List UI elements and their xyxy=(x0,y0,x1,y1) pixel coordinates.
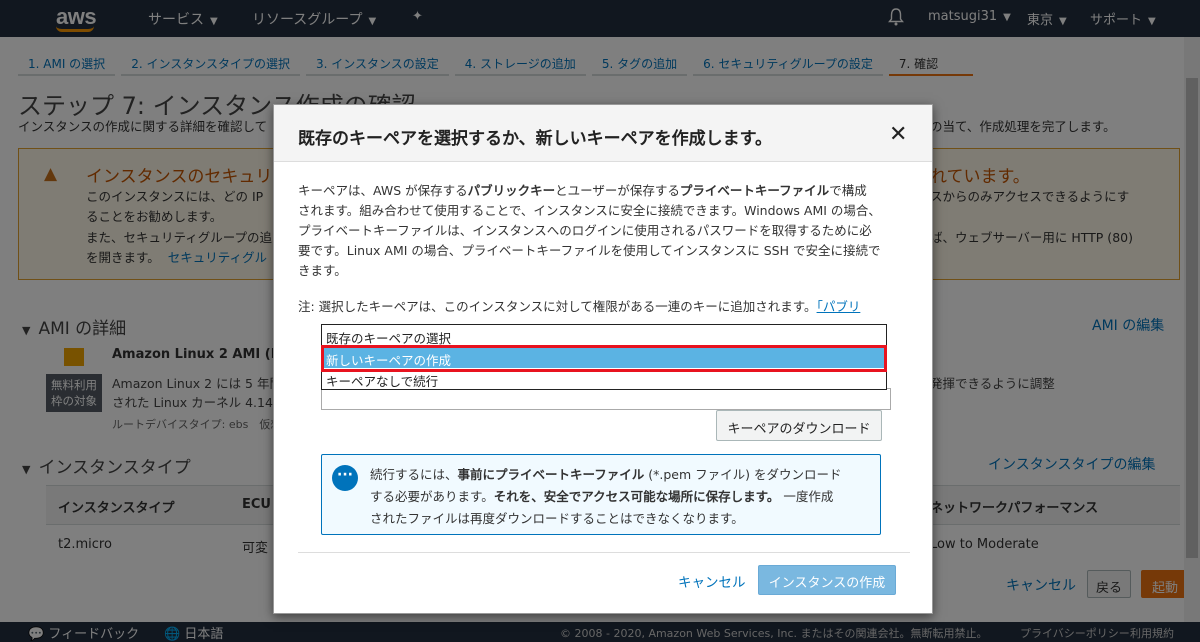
dialog-text-bold: プライベートキーファイル xyxy=(679,183,830,198)
dialog-paragraph-line: プライベートキーファイルは、インスタンスへのログインに使用されるパスワードを取得… xyxy=(298,223,872,238)
info-line: する必要があります。それを、安全でアクセス可能な場所に保存します。 一度作成 xyxy=(370,486,833,505)
info-text: 一度作成 xyxy=(779,489,834,504)
key-pair-dialog: 既存のキーペアを選択するか、新しいキーペアを作成します。 ✕ キーペアは、AWS… xyxy=(273,104,933,614)
dialog-paragraph-line: されます。組み合わせて使用することで、インスタンスに安全に接続できます。Wind… xyxy=(298,203,881,218)
dialog-paragraph-line: キーペアは、AWS が保存するパブリックキーとユーザーが保存するプライベートキー… xyxy=(298,180,867,199)
info-text-bold: それを、安全でアクセス可能な場所に保存します。 xyxy=(493,489,780,504)
info-text: 続行するには、 xyxy=(370,467,458,482)
dialog-text: で構成 xyxy=(829,183,867,198)
note-text: 注: 選択したキーペアは、このインスタンスに対して権限がある一連のキーに追加され… xyxy=(298,299,817,314)
speech-bubble-info-icon: ··· xyxy=(332,465,358,491)
dialog-divider xyxy=(298,552,910,553)
dropdown-option-existing[interactable]: 既存のキーペアの選択 xyxy=(324,326,884,346)
dialog-text-bold: パブリックキー xyxy=(467,183,556,198)
info-line: 続行するには、事前にプライベートキーファイル (*.pem ファイル) をダウン… xyxy=(370,464,841,483)
info-text: する必要があります。 xyxy=(370,489,494,504)
dropdown-option-none[interactable]: キーペアなしで続行 xyxy=(324,369,884,389)
dialog-title: 既存のキーペアを選択するか、新しいキーペアを作成します。 xyxy=(298,129,772,149)
close-icon[interactable]: ✕ xyxy=(889,122,907,147)
dialog-paragraph-line: 要です。Linux AMI の場合、プライベートキーファイルを使用してインスタン… xyxy=(298,243,881,258)
public-key-link[interactable]: 「パブリ xyxy=(817,299,861,314)
info-line: されたファイルは再度ダウンロードすることはできなくなります。 xyxy=(370,511,744,526)
create-instance-button[interactable]: インスタンスの作成 xyxy=(758,565,896,595)
download-key-pair-button[interactable]: キーペアのダウンロード xyxy=(716,410,882,441)
info-text-bold: 事前にプライベートキーファイル xyxy=(457,467,645,482)
dialog-header: 既存のキーペアを選択するか、新しいキーペアを作成します。 ✕ xyxy=(274,105,932,162)
dialog-text: キーペアは、AWS が保存する xyxy=(298,183,468,198)
dialog-cancel-button[interactable]: キャンセル xyxy=(678,571,746,591)
selection-highlight-frame xyxy=(321,345,887,372)
key-pair-select[interactable] xyxy=(321,388,891,410)
info-text: (*.pem ファイル) をダウンロード xyxy=(644,467,842,482)
dialog-text: とユーザーが保存する xyxy=(555,183,680,198)
dialog-note-line: 注: 選択したキーペアは、このインスタンスに対して権限がある一連のキーに追加され… xyxy=(298,296,860,315)
dialog-paragraph-line: きます。 xyxy=(298,263,347,278)
